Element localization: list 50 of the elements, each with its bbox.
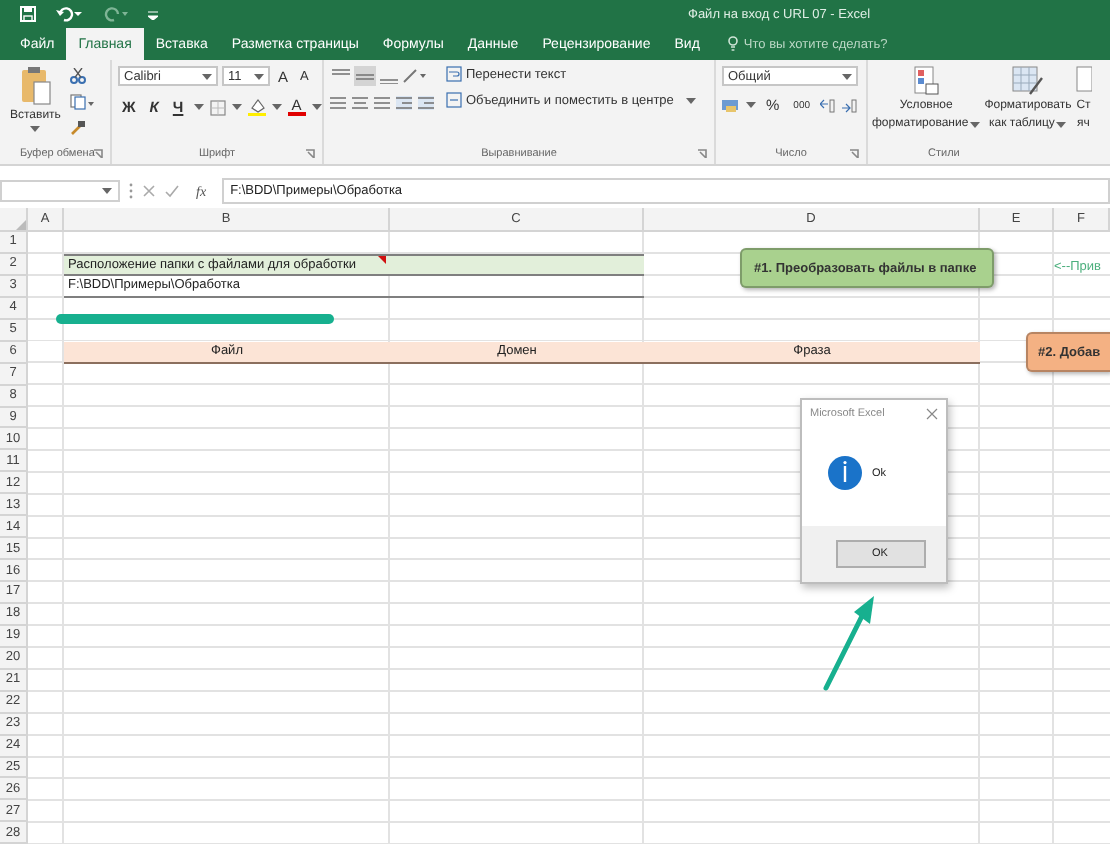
conditional-format-icon [913, 66, 940, 96]
format-painter-icon[interactable] [70, 120, 87, 136]
save-icon[interactable] [20, 6, 36, 22]
close-icon[interactable] [926, 408, 938, 420]
comment-marker-icon [378, 255, 386, 264]
align-text-icon[interactable] [374, 96, 390, 110]
vertical-align-button[interactable] [354, 66, 376, 86]
info-icon [828, 456, 862, 490]
caret-icon [685, 97, 696, 103]
wrap-text-icon [446, 66, 462, 82]
align-text-icon[interactable] [352, 96, 368, 110]
align-text-icon[interactable] [330, 96, 346, 110]
caret-icon [102, 188, 112, 194]
decrease-indent-icon[interactable] [396, 96, 412, 110]
dialog-launcher-icon[interactable] [698, 148, 708, 158]
decrease-decimal-icon[interactable] [842, 97, 859, 113]
align-lines-icon [356, 68, 374, 84]
caret-icon [970, 121, 981, 127]
caret-icon [746, 102, 756, 108]
borders-icon[interactable] [209, 99, 226, 115]
copy-icon[interactable] [70, 94, 95, 110]
dialog-launcher-icon[interactable] [94, 148, 104, 158]
caret-icon [202, 73, 212, 79]
clipboard-icon[interactable] [19, 66, 52, 106]
dialog-launcher-icon[interactable] [850, 148, 860, 158]
caret-icon [271, 104, 282, 110]
redo-icon[interactable] [102, 6, 128, 22]
table-style-icon [1011, 66, 1044, 96]
fill-color-icon[interactable] [247, 98, 266, 116]
caret-icon [254, 73, 264, 79]
caret-icon [30, 126, 41, 132]
caret-icon [231, 104, 242, 110]
more-options-icon[interactable] [128, 182, 134, 200]
cancel-icon[interactable] [142, 184, 156, 198]
cell-style-icon [1075, 66, 1092, 96]
text-orientation-icon[interactable] [402, 68, 426, 84]
dialog-launcher-icon[interactable] [306, 148, 316, 158]
currency-icon[interactable] [722, 98, 740, 112]
merge-cells-icon [446, 92, 462, 108]
undo-icon[interactable] [56, 6, 82, 22]
caret-icon [842, 73, 852, 79]
caret-icon [1056, 121, 1067, 127]
caret-icon [193, 104, 204, 110]
increase-indent-icon[interactable] [418, 96, 434, 110]
caret-icon [311, 104, 322, 110]
increase-decimal-icon[interactable] [820, 97, 837, 113]
lightbulb-icon[interactable] [727, 36, 738, 52]
customize-toolbar-icon[interactable] [148, 9, 158, 19]
scissors-icon[interactable] [70, 68, 87, 84]
enter-icon[interactable] [164, 184, 180, 198]
